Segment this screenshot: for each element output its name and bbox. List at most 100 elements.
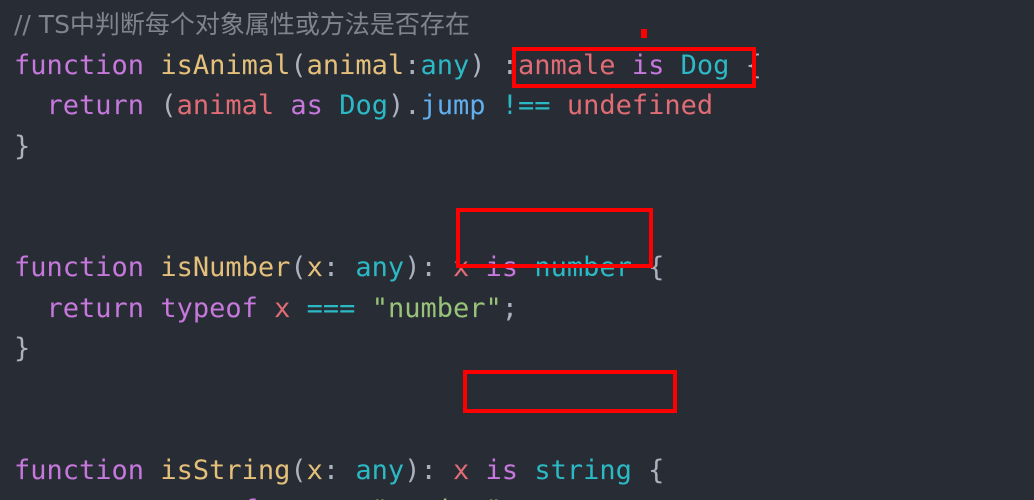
token-punct: . <box>404 90 421 121</box>
token-keyword: typeof <box>160 292 258 324</box>
line-5-blank[interactable] <box>14 167 762 208</box>
line-9-isnumber-close[interactable]: } <box>14 329 762 370</box>
token-punct: ( <box>290 49 307 81</box>
code-block[interactable]: // TS中判断每个对象属性或方法是否存在 function isAnimal(a… <box>14 5 762 500</box>
token-keyword: is <box>631 49 665 81</box>
token-punct: { <box>648 454 665 486</box>
token-func: isNumber <box>160 252 291 283</box>
token-prop: jump <box>420 90 486 121</box>
line-3-isanimal-return[interactable]: return (animal as Dog).jump !== undefine… <box>14 86 762 127</box>
token-punct: : <box>501 49 519 81</box>
token-punct: : <box>420 252 437 283</box>
line-4-isanimal-close[interactable]: } <box>14 127 762 168</box>
token-keyword: function <box>14 49 145 81</box>
token-punct: ( <box>290 454 307 486</box>
token-var: anmale <box>518 49 616 81</box>
token-punct: ; <box>501 292 519 324</box>
line-10-blank[interactable] <box>14 370 762 411</box>
token-var: animal <box>176 90 275 121</box>
token-punct: ) <box>404 252 421 283</box>
token-keyword: return <box>47 495 145 500</box>
token-op: === <box>306 292 356 324</box>
line-1-comment[interactable]: // TS中判断每个对象属性或方法是否存在 <box>14 5 762 46</box>
token-punct: ( <box>290 252 307 283</box>
token-func: isString <box>160 454 291 486</box>
token-punct: ( <box>160 90 177 121</box>
line-6-blank[interactable] <box>14 208 762 249</box>
token-punct: } <box>14 333 31 364</box>
token-keyword: as <box>290 90 323 121</box>
token-op: === <box>307 495 356 500</box>
token-punct: : <box>420 454 437 486</box>
token-punct: ; <box>502 495 518 500</box>
token-keyword: is <box>485 252 519 283</box>
line-7-isnumber-signature[interactable]: function isNumber(x: any): x is number { <box>14 248 762 289</box>
token-param: x <box>306 252 323 283</box>
token-keyword: function <box>14 252 145 283</box>
line-8-isnumber-return[interactable]: return typeof x === "number"; <box>14 289 762 330</box>
token-string: "number" <box>371 292 502 324</box>
token-punct: { <box>745 49 762 81</box>
token-punct: ) <box>387 90 405 121</box>
token-param: animal <box>306 49 405 81</box>
token-type: string <box>534 454 632 486</box>
line-11-blank[interactable] <box>14 410 762 451</box>
token-var: x <box>274 292 291 324</box>
token-param: x <box>306 454 323 486</box>
token-punct: } <box>14 130 31 162</box>
token-keyword: return <box>46 90 145 121</box>
token-type: number <box>534 252 632 283</box>
token-type: any <box>420 49 470 81</box>
token-punct: : <box>322 252 340 283</box>
code-screenshot: // TS中判断每个对象属性或方法是否存在 function isAnimal(a… <box>0 0 1034 500</box>
token-keyword: function <box>14 454 145 486</box>
token-var: x <box>453 252 470 283</box>
token-type: any <box>355 252 405 283</box>
token-type: any <box>355 454 405 486</box>
token-comment: // TS中判断每个对象属性或方法是否存在 <box>14 10 470 39</box>
token-keyword: is <box>485 454 519 486</box>
token-type: Dog <box>339 90 388 121</box>
token-keyword: typeof <box>160 495 258 500</box>
token-keyword: return <box>46 292 145 324</box>
token-var: x <box>274 495 290 500</box>
token-type: Dog <box>680 49 730 81</box>
line-2-isanimal-signature[interactable]: function isAnimal(animal:any) :anmale is… <box>14 46 762 87</box>
token-punct: ) <box>469 49 486 81</box>
token-var: undefined <box>566 90 714 121</box>
line-12-isstring-signature[interactable]: function isString(x: any): x is string { <box>14 451 762 492</box>
line-13-isstring-return[interactable]: return typeof x === "string"; <box>14 491 762 500</box>
token-punct: : <box>404 49 421 81</box>
